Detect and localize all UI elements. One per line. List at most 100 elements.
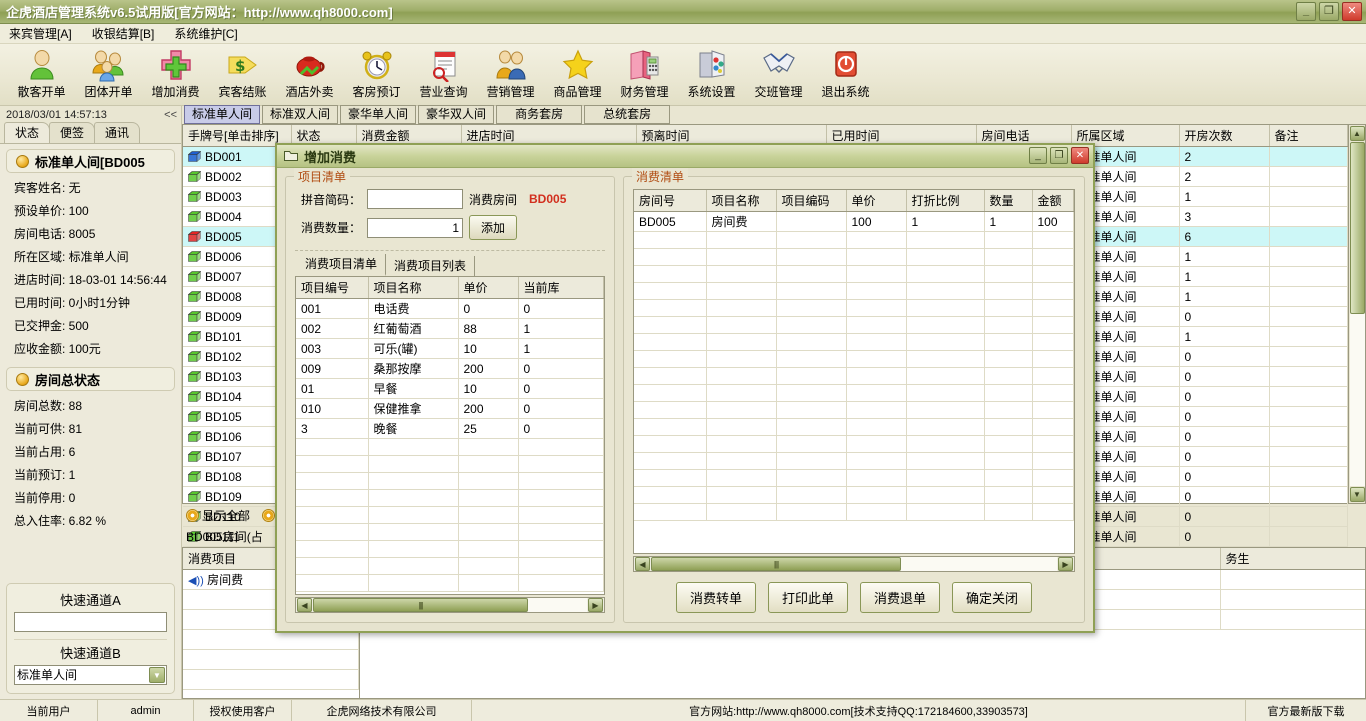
table-row[interactable]: 001 电话费 0 0 <box>296 298 604 319</box>
hscroll-thumb[interactable]: |||| <box>313 598 528 612</box>
table-row[interactable] <box>634 384 1074 402</box>
scroll-thumb[interactable] <box>1349 142 1365 314</box>
table-row[interactable] <box>634 503 1074 521</box>
table-row[interactable] <box>634 231 1074 249</box>
col-quantity[interactable]: 数量 <box>984 190 1033 212</box>
show-all-toggle[interactable]: 显示全部 <box>186 507 250 524</box>
dialog-minimize-button[interactable]: _ <box>1029 147 1047 164</box>
sidebar-tab-notes[interactable]: 便签 <box>49 122 96 143</box>
menu-cashier-settlement[interactable]: 收银结算[B] <box>89 24 158 43</box>
col-item-code[interactable]: 项目编号 <box>296 277 369 299</box>
table-row[interactable] <box>296 557 604 575</box>
table-row[interactable] <box>634 469 1074 487</box>
table-row[interactable] <box>634 282 1074 300</box>
table-row[interactable] <box>634 316 1074 334</box>
table-row[interactable]: 002 红葡萄酒 88 1 <box>296 318 604 339</box>
radio-icon-secondary[interactable] <box>262 508 276 522</box>
scroll-left-icon[interactable]: ◀ <box>635 557 650 571</box>
quick-channel-b-select[interactable]: 标准单人间 <box>14 665 167 685</box>
tab-consumption-item-table[interactable]: 消费项目列表 <box>386 256 476 276</box>
dialog-close-button[interactable]: ✕ <box>1071 147 1089 164</box>
toolbar-button-settings[interactable]: 系统设置 <box>678 46 745 104</box>
table-row[interactable] <box>183 669 359 690</box>
table-row[interactable] <box>296 540 604 558</box>
toolbar-button-finance[interactable]: 财务管理 <box>611 46 678 104</box>
hscroll-thumb[interactable]: |||| <box>651 557 901 571</box>
table-row[interactable] <box>296 438 604 456</box>
table-row[interactable] <box>634 401 1074 419</box>
tab-business-suite[interactable]: 商务套房 <box>496 105 583 124</box>
close-button[interactable]: ✕ <box>1342 2 1362 21</box>
print-bill-button[interactable]: 打印此单 <box>767 582 848 613</box>
scroll-down-icon[interactable]: ▼ <box>1349 487 1365 502</box>
consumption-hscrollbar[interactable]: ◀ |||| ▶ <box>633 556 1075 572</box>
table-row[interactable] <box>634 350 1074 368</box>
table-row[interactable]: 003 可乐(罐) 10 1 <box>296 338 604 359</box>
table-row[interactable] <box>183 649 359 670</box>
status-download-link[interactable]: 官方最新版下载 <box>1246 700 1366 721</box>
table-row[interactable] <box>634 265 1074 283</box>
collapse-sidebar-icon[interactable]: << <box>164 109 177 121</box>
toolbar-button-exit[interactable]: 退出系统 <box>812 46 879 104</box>
sidebar-tab-status[interactable]: 状态 <box>4 122 51 143</box>
table-row[interactable]: BD005 房间费 100 1 1 100 <box>634 211 1074 232</box>
table-row[interactable] <box>634 486 1074 504</box>
scroll-left-icon[interactable]: ◀ <box>297 598 312 612</box>
table-row[interactable]: 009 桑那按摩 200 0 <box>296 358 604 379</box>
table-row[interactable] <box>634 452 1074 470</box>
col-room-no[interactable]: 房间号 <box>634 190 707 212</box>
rooms-vertical-scrollbar[interactable]: ▲ ▼ <box>1349 124 1366 504</box>
table-row[interactable] <box>634 299 1074 317</box>
scroll-right-icon[interactable]: ▶ <box>588 598 603 612</box>
table-row[interactable] <box>634 333 1074 351</box>
table-row[interactable] <box>296 523 604 541</box>
hscroll-track[interactable]: |||| <box>651 557 1057 571</box>
scroll-right-icon[interactable]: ▶ <box>1058 557 1073 571</box>
sidebar-tab-messages[interactable]: 通讯 <box>94 122 141 143</box>
col-amount[interactable]: 金额 <box>1032 190 1074 212</box>
tab-consumption-item-list[interactable]: 消费项目清单 <box>297 254 387 276</box>
table-row[interactable] <box>296 489 604 507</box>
toolbar-button-add-consumption[interactable]: 增加消费 <box>142 46 209 104</box>
col-item-stock[interactable]: 当前库 <box>518 277 604 299</box>
col-discount-ratio[interactable]: 打折比例 <box>906 190 985 212</box>
transfer-consumption-button[interactable]: 消费转单 <box>675 582 756 613</box>
menu-system-maintenance[interactable]: 系统维护[C] <box>171 24 240 43</box>
col-remarks[interactable]: 备注 <box>1269 125 1348 147</box>
scroll-up-icon[interactable]: ▲ <box>1349 126 1365 141</box>
table-row[interactable]: 010 保健推拿 200 0 <box>296 398 604 419</box>
col-project-code[interactable]: 项目编码 <box>776 190 847 212</box>
toolbar-button-walk-in[interactable]: 散客开单 <box>8 46 75 104</box>
toolbar-button-group-check-in[interactable]: 团体开单 <box>75 46 142 104</box>
item-table-hscrollbar[interactable]: ◀ |||| ▶ <box>295 597 605 613</box>
minimize-button[interactable]: _ <box>1296 2 1316 21</box>
col-checkin-count[interactable]: 开房次数 <box>1179 125 1270 147</box>
table-row[interactable] <box>634 435 1074 453</box>
table-row[interactable] <box>634 367 1074 385</box>
quick-channel-a-input[interactable] <box>14 612 167 632</box>
table-row[interactable]: 01 早餐 10 0 <box>296 378 604 399</box>
toolbar-button-checkout[interactable]: $ 宾客结账 <box>209 46 276 104</box>
col-project-name[interactable]: 项目名称 <box>706 190 777 212</box>
toolbar-button-goods[interactable]: 商品管理 <box>544 46 611 104</box>
col-item-price[interactable]: 单价 <box>458 277 519 299</box>
toolbar-button-reservation[interactable]: 客房预订 <box>343 46 410 104</box>
hscroll-track[interactable]: |||| <box>313 598 587 612</box>
tab-deluxe-single[interactable]: 豪华单人间 <box>340 105 417 124</box>
add-item-button[interactable]: 添加 <box>469 215 518 240</box>
refund-consumption-button[interactable]: 消费退单 <box>860 582 941 613</box>
tab-deluxe-double[interactable]: 豪华双人间 <box>418 105 495 124</box>
col-waiter[interactable]: 务生 <box>1220 548 1365 570</box>
dialog-maximize-button[interactable]: ❐ <box>1050 147 1068 164</box>
tab-standard-single[interactable]: 标准单人间 <box>184 105 261 124</box>
toolbar-button-takeout[interactable]: 酒店外卖 <box>276 46 343 104</box>
toolbar-button-shift[interactable]: 交班管理 <box>745 46 812 104</box>
table-row[interactable] <box>296 574 604 592</box>
col-unit-price[interactable]: 单价 <box>846 190 907 212</box>
table-row[interactable] <box>634 418 1074 436</box>
table-row[interactable] <box>296 506 604 524</box>
menu-guest-management[interactable]: 来宾管理[A] <box>6 24 75 43</box>
toolbar-button-business-query[interactable]: 营业查询 <box>410 46 477 104</box>
quantity-input[interactable] <box>367 217 463 238</box>
pinyin-input[interactable] <box>367 189 463 209</box>
